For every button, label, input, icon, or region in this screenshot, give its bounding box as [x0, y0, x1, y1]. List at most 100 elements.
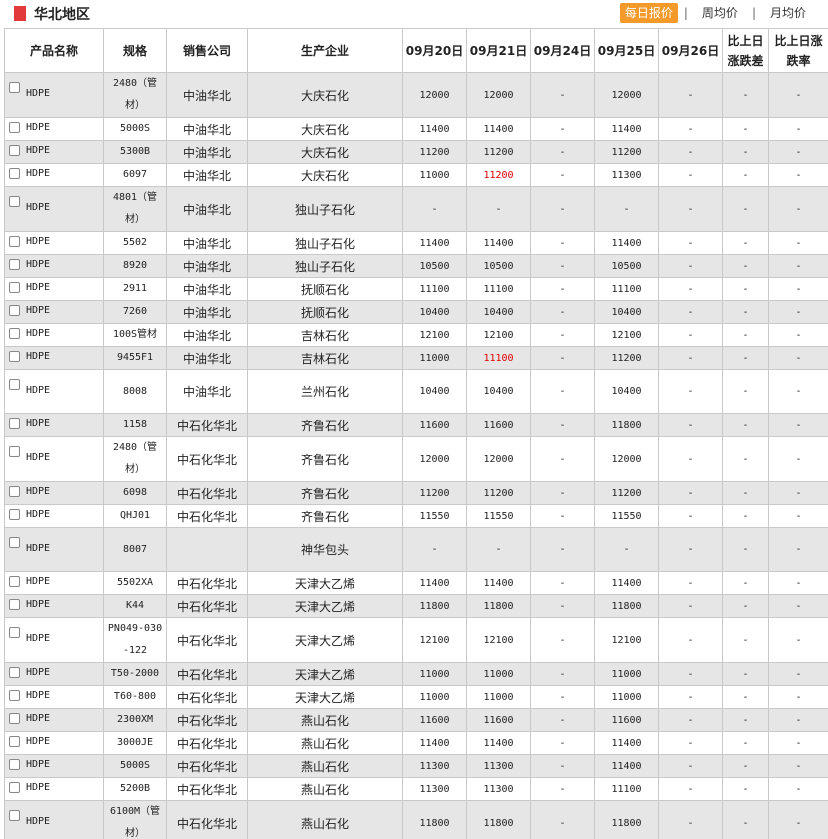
cell-price-0926: - — [658, 346, 723, 370]
cell-price-0924: - — [530, 685, 595, 709]
cell-price-0921: 11400 — [466, 117, 531, 141]
tab-daily-price[interactable]: 每日报价 — [619, 3, 678, 23]
cell-product: HDPE — [4, 323, 104, 347]
row-checkbox[interactable] — [9, 509, 20, 520]
cell-producer: 抚顺石化 — [247, 300, 403, 324]
table-row: HDPE 5300B 中油华北 大庆石化 11200 11200-11200- - - — [4, 140, 828, 164]
table-row: HDPE 5200B 中石化华北 燕山石化 11300 11300-11100- - - — [4, 777, 828, 801]
col-header-product: 产品名称 — [4, 28, 104, 73]
cell-daily-diff: - — [722, 346, 769, 370]
row-checkbox[interactable] — [9, 168, 20, 179]
cell-product: HDPE — [4, 685, 104, 709]
cell-price-0926: - — [658, 300, 723, 324]
row-checkbox[interactable] — [9, 236, 20, 247]
cell-price-0925: 12100 — [594, 617, 659, 663]
cell-price-0925: 11400 — [594, 731, 659, 755]
cell-daily-rate: - — [768, 800, 828, 839]
cell-price-0925: - — [594, 527, 659, 572]
product-cell-content: HDPE — [9, 810, 50, 827]
cell-product: HDPE — [4, 436, 104, 482]
cell-producer: 燕山石化 — [247, 708, 403, 732]
row-checkbox[interactable] — [9, 782, 20, 793]
table-row: HDPE QHJ01 中石化华北 齐鲁石化 11550 11550-11550- - - — [4, 504, 828, 528]
col-header-date-0924: 09月24日 — [530, 28, 595, 73]
row-checkbox[interactable] — [9, 536, 20, 548]
cell-price-0921: 12100 — [466, 323, 531, 347]
row-checkbox[interactable] — [9, 378, 20, 390]
row-checkbox[interactable] — [9, 627, 20, 638]
cell-price-0920: 11400 — [402, 731, 467, 755]
cell-seller: 中油华北 — [166, 323, 248, 347]
cell-spec: 7260 — [103, 300, 167, 324]
cell-price-0925: 11200 — [594, 481, 659, 505]
cell-price-0924: - — [530, 117, 595, 141]
cell-producer: 独山子石化 — [247, 254, 403, 278]
cell-daily-rate: - — [768, 731, 828, 755]
row-checkbox[interactable] — [9, 736, 20, 747]
section-header: 华北地区 每日报价 | 周均价 | 月均价 — [0, 0, 828, 26]
cell-price-0924: - — [530, 346, 595, 370]
cell-producer: 神华包头 — [247, 527, 403, 572]
row-checkbox[interactable] — [9, 122, 20, 133]
table-row: HDPE K44 中石化华北 天津大乙烯 11800 11800-11800- - - — [4, 594, 828, 618]
row-checkbox[interactable] — [9, 690, 20, 701]
row-checkbox[interactable] — [9, 759, 20, 770]
cell-price-0925: 11400 — [594, 117, 659, 141]
cell-price-0926: - — [658, 754, 723, 778]
row-checkbox[interactable] — [9, 305, 20, 316]
cell-price-0926: - — [658, 594, 723, 618]
cell-price-0924: - — [530, 754, 595, 778]
row-checkbox[interactable] — [9, 667, 20, 678]
cell-daily-diff: - — [722, 708, 769, 732]
col-header-daily-diff: 比上日涨跌差 — [722, 28, 769, 73]
cell-spec: QHJ01 — [103, 504, 167, 528]
cell-daily-rate: - — [768, 617, 828, 663]
cell-producer: 齐鲁石化 — [247, 413, 403, 437]
row-checkbox[interactable] — [9, 351, 20, 362]
row-checkbox[interactable] — [9, 259, 20, 270]
cell-seller: 中油华北 — [166, 300, 248, 324]
cell-daily-diff: - — [722, 163, 769, 187]
row-checkbox[interactable] — [9, 282, 20, 293]
cell-price-0925: 11800 — [594, 800, 659, 839]
price-period-tabs: 每日报价 | 周均价 | 月均价 — [619, 3, 814, 23]
cell-price-0920: 12100 — [402, 617, 467, 663]
cell-spec: 5000S — [103, 754, 167, 778]
cell-spec: 8008 — [103, 369, 167, 414]
table-row: HDPE 2911 中油华北 抚顺石化 11100 11100-11100- - - — [4, 277, 828, 301]
table-row: HDPE 4801（管材） 中油华北 独山子石化 - - - - - - - — [4, 186, 828, 232]
cell-seller: 中石化华北 — [166, 754, 248, 778]
cell-spec: 5200B — [103, 777, 167, 801]
product-cell-content: HDPE — [9, 378, 50, 396]
product-name: HDPE — [26, 782, 51, 793]
cell-price-0921: 11200 — [466, 140, 531, 164]
cell-spec: 5502XA — [103, 571, 167, 595]
cell-producer: 大庆石化 — [247, 117, 403, 141]
row-checkbox[interactable] — [9, 810, 20, 821]
tab-weekly-average[interactable]: 周均价 — [694, 3, 746, 23]
row-checkbox[interactable] — [9, 82, 20, 93]
tab-monthly-average[interactable]: 月均价 — [762, 3, 814, 23]
row-checkbox[interactable] — [9, 196, 20, 207]
product-cell-content: HDPE — [9, 122, 50, 133]
cell-price-0925: 12000 — [594, 436, 659, 482]
cell-price-0926: - — [658, 731, 723, 755]
row-checkbox[interactable] — [9, 713, 20, 724]
cell-daily-diff: - — [722, 117, 769, 141]
cell-spec: 5502 — [103, 231, 167, 255]
cell-seller: 中油华北 — [166, 369, 248, 414]
cell-product: HDPE — [4, 140, 104, 164]
row-checkbox[interactable] — [9, 328, 20, 339]
cell-price-0924: - — [530, 527, 595, 572]
cell-spec: K44 — [103, 594, 167, 618]
cell-daily-diff: - — [722, 481, 769, 505]
row-checkbox[interactable] — [9, 576, 20, 587]
row-checkbox[interactable] — [9, 418, 20, 429]
row-checkbox[interactable] — [9, 599, 20, 610]
cell-daily-rate: - — [768, 571, 828, 595]
cell-daily-rate: - — [768, 527, 828, 572]
row-checkbox[interactable] — [9, 486, 20, 497]
cell-price-0924: - — [530, 708, 595, 732]
row-checkbox[interactable] — [9, 446, 20, 457]
row-checkbox[interactable] — [9, 145, 20, 156]
